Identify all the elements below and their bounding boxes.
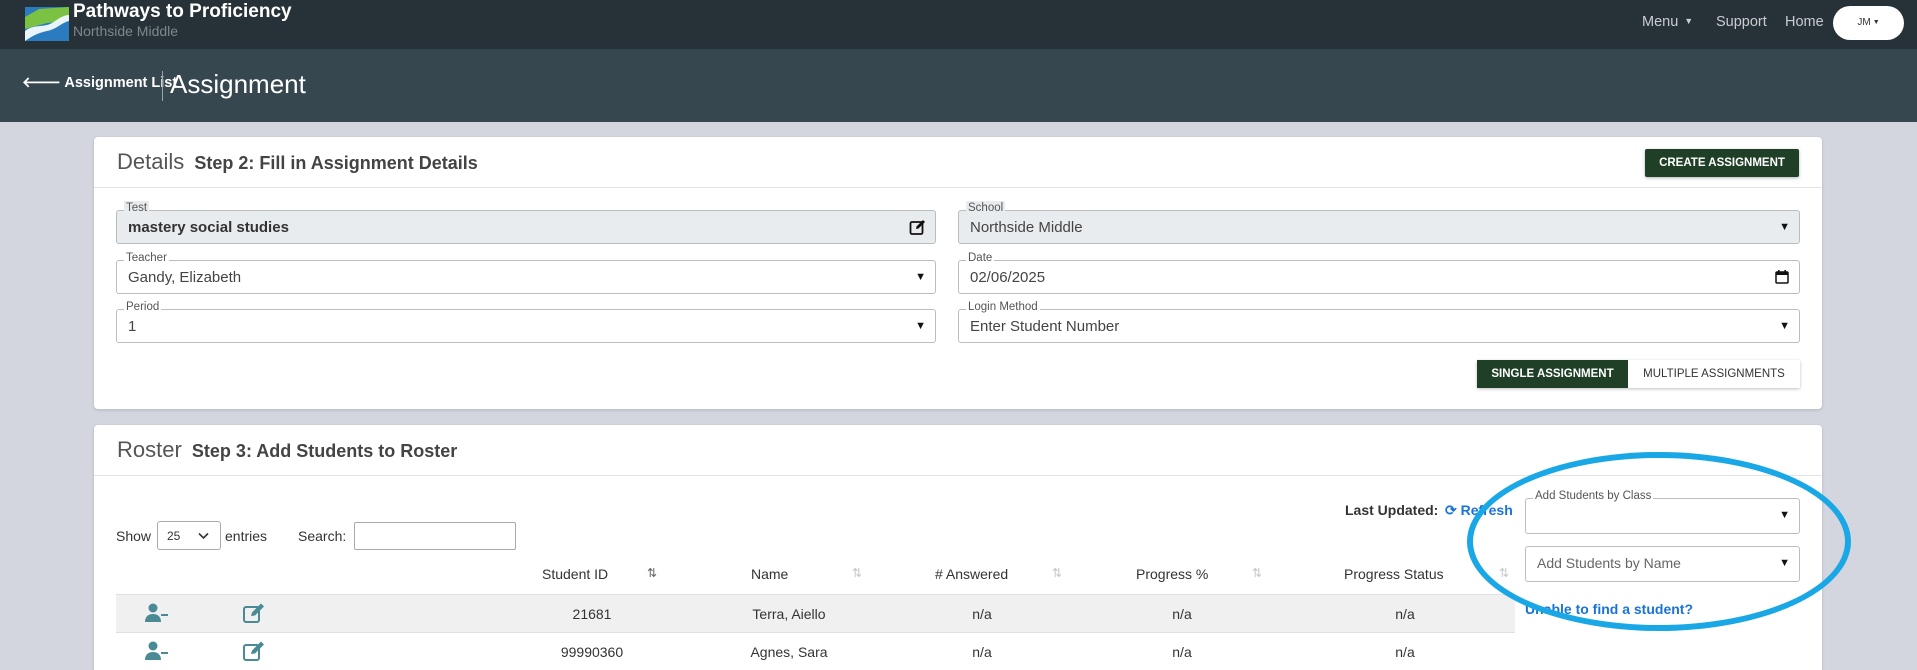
period-select[interactable]: Period 1 ▼ xyxy=(116,300,936,343)
column-header-name[interactable]: Name xyxy=(751,566,788,582)
entries-label: entries xyxy=(225,528,268,544)
chevron-down-icon xyxy=(198,532,209,540)
details-card: Details Step 2: Fill in Assignment Detai… xyxy=(94,137,1822,409)
add-by-class-label: Add Students by Class xyxy=(1533,489,1654,503)
nav-support[interactable]: Support xyxy=(1716,14,1767,30)
refresh-link[interactable]: ⟳ Refresh xyxy=(1445,502,1513,519)
unable-to-find-student-link[interactable]: Unable to find a student? xyxy=(1525,601,1693,617)
last-updated-label: Last Updated: xyxy=(1345,502,1439,518)
details-card-header: Details Step 2: Fill in Assignment Detai… xyxy=(94,137,1822,188)
cell-progress-pct: n/a xyxy=(1172,606,1192,622)
login-method-label: Login Method xyxy=(966,300,1040,314)
date-value: 02/06/2025 xyxy=(970,269,1046,286)
create-assignment-button[interactable]: CREATE ASSIGNMENT xyxy=(1645,149,1799,177)
user-initials: JM xyxy=(1857,17,1871,28)
sort-icon[interactable]: ⇅ xyxy=(1252,566,1262,580)
remove-user-icon[interactable] xyxy=(144,602,168,624)
roster-title-text: Roster xyxy=(117,437,182,462)
school-value: Northside Middle xyxy=(970,219,1083,236)
page-title: Assignment xyxy=(170,69,306,99)
dropdown-arrow-icon: ▼ xyxy=(915,320,926,332)
remove-user-icon[interactable] xyxy=(144,640,168,662)
refresh-label: Refresh xyxy=(1460,502,1513,518)
edit-row-icon[interactable] xyxy=(242,640,266,662)
arrow-left-icon: 🡐 xyxy=(22,75,61,91)
nav-home[interactable]: Home xyxy=(1785,14,1824,30)
teacher-label: Teacher xyxy=(124,251,169,265)
nav-menu-label: Menu xyxy=(1642,14,1679,30)
edit-icon[interactable] xyxy=(909,219,926,236)
cell-student-id: 99990360 xyxy=(560,644,624,660)
add-by-name-placeholder: Add Students by Name xyxy=(1537,555,1681,571)
teacher-select[interactable]: Teacher Gandy, Elizabeth ▼ xyxy=(116,251,936,294)
column-header-progress-pct[interactable]: Progress % xyxy=(1136,566,1208,582)
period-label: Period xyxy=(124,300,162,314)
cell-progress-pct: n/a xyxy=(1172,644,1192,660)
search-label: Search: xyxy=(298,528,347,544)
add-students-by-name-select[interactable]: Add Students by Name ▼ xyxy=(1525,546,1800,582)
app-school: Northside Middle xyxy=(73,23,179,39)
table-row: 99990360 Agnes, Sara n/a n/a n/a xyxy=(116,632,1515,670)
sort-icon[interactable]: ⇅ xyxy=(852,566,862,580)
details-title: Details Step 2: Fill in Assignment Detai… xyxy=(117,149,478,175)
roster-title: Roster Step 3: Add Students to Roster xyxy=(117,437,457,463)
top-navbar: Pathways to Proficiency Northside Middle… xyxy=(0,0,1917,49)
show-label: Show xyxy=(116,528,152,544)
cell-name: Terra, Aiello xyxy=(752,606,826,622)
add-students-by-class-select[interactable]: Add Students by Class ▼ xyxy=(1525,489,1800,534)
roster-card-header: Roster Step 3: Add Students to Roster xyxy=(94,425,1822,476)
caret-down-icon: ▼ xyxy=(1872,19,1880,26)
nav-menu[interactable]: Menu ▼ xyxy=(1642,14,1693,30)
entries-per-page-value: 25 xyxy=(167,529,181,543)
column-header-progress-status[interactable]: Progress Status xyxy=(1344,566,1444,582)
test-value: mastery social studies xyxy=(128,219,289,236)
school-label: School xyxy=(966,201,1006,215)
test-label: Test xyxy=(124,201,150,215)
cell-progress-status: n/a xyxy=(1395,644,1415,660)
dropdown-arrow-icon: ▼ xyxy=(1779,557,1790,569)
teacher-value: Gandy, Elizabeth xyxy=(128,269,242,286)
cell-answered: n/a xyxy=(972,644,992,660)
app-title: Pathways to Proficiency xyxy=(73,1,292,22)
login-method-value: Enter Student Number xyxy=(970,318,1120,335)
search-input[interactable] xyxy=(354,522,516,550)
single-assignment-button[interactable]: SINGLE ASSIGNMENT xyxy=(1477,360,1628,388)
period-value: 1 xyxy=(128,318,137,335)
assignment-mode-toggle: SINGLE ASSIGNMENT MULTIPLE ASSIGNMENTS xyxy=(1477,360,1800,388)
multiple-assignments-button[interactable]: MULTIPLE ASSIGNMENTS xyxy=(1628,360,1800,388)
dropdown-arrow-icon: ▼ xyxy=(1779,221,1790,233)
date-label: Date xyxy=(966,251,995,265)
date-input[interactable]: Date 02/06/2025 xyxy=(958,251,1800,294)
sort-icon[interactable]: ⇅ xyxy=(1052,566,1062,580)
test-field[interactable]: Test mastery social studies xyxy=(116,201,936,244)
refresh-icon: ⟳ xyxy=(1445,502,1457,518)
dropdown-arrow-icon: ▼ xyxy=(915,271,926,283)
cell-student-id: 21681 xyxy=(572,606,612,622)
cell-progress-status: n/a xyxy=(1395,606,1415,622)
user-menu-button[interactable]: JM ▼ xyxy=(1833,6,1904,40)
calendar-icon[interactable] xyxy=(1775,270,1789,284)
sort-icon[interactable]: ⇅ xyxy=(647,566,657,580)
entries-per-page-select[interactable]: 25 xyxy=(157,521,221,550)
roster-step: Step 3: Add Students to Roster xyxy=(191,441,458,461)
sort-icon[interactable]: ⇅ xyxy=(1499,566,1509,580)
assignment-list-back-link[interactable]: 🡐 Assignment List xyxy=(22,74,177,91)
details-step: Step 2: Fill in Assignment Details xyxy=(194,153,478,173)
column-header-answered[interactable]: # Answered xyxy=(935,566,1008,582)
edit-row-icon[interactable] xyxy=(242,602,266,624)
roster-card: Roster Step 3: Add Students to Roster La… xyxy=(94,425,1822,670)
dropdown-arrow-icon: ▼ xyxy=(1779,320,1790,332)
dropdown-arrow-icon: ▼ xyxy=(1779,509,1790,521)
table-row: 21681 Terra, Aiello n/a n/a n/a xyxy=(116,594,1515,632)
caret-down-icon: ▼ xyxy=(1684,16,1694,26)
back-link-label: Assignment List xyxy=(64,75,178,91)
cell-name: Agnes, Sara xyxy=(750,644,828,660)
cell-answered: n/a xyxy=(972,606,992,622)
login-method-select[interactable]: Login Method Enter Student Number ▼ xyxy=(958,300,1800,343)
header-divider xyxy=(162,71,163,101)
school-select[interactable]: School Northside Middle ▼ xyxy=(958,201,1800,244)
logo-icon xyxy=(25,7,69,41)
details-title-text: Details xyxy=(117,149,185,174)
column-header-student-id[interactable]: Student ID xyxy=(542,566,608,582)
